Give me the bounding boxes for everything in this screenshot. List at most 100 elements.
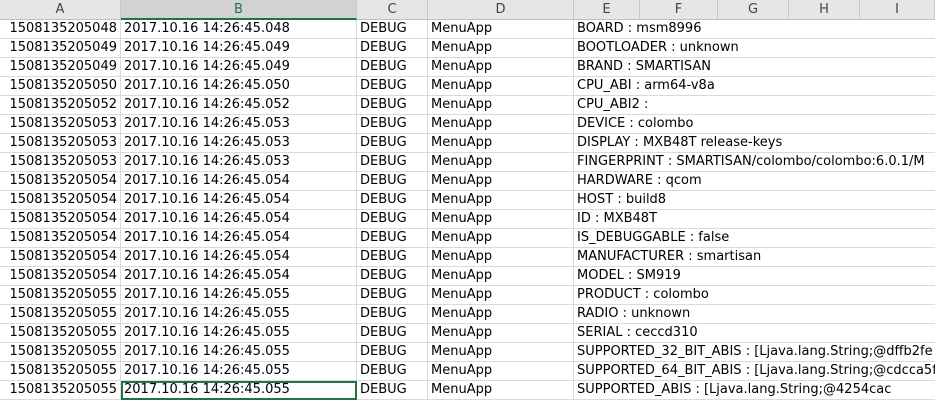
cell-c[interactable]: DEBUG [357,362,428,381]
cell-b[interactable]: 2017.10.16 14:26:45.054 [121,172,357,191]
cell-e[interactable]: BRAND : SMARTISAN [574,58,935,77]
cell-a[interactable]: 1508135205054 [0,191,121,210]
cell-e[interactable]: SERIAL : ceccd310 [574,324,935,343]
cell-c[interactable]: DEBUG [357,115,428,134]
cell-e[interactable]: SUPPORTED_32_BIT_ABIS : [Ljava.lang.Stri… [574,343,935,362]
cell-a[interactable]: 1508135205055 [0,362,121,381]
cell-c[interactable]: DEBUG [357,286,428,305]
cell-a[interactable]: 1508135205053 [0,115,121,134]
column-header-h[interactable]: H [789,0,860,20]
cell-c[interactable]: DEBUG [357,96,428,115]
cell-e[interactable]: BOOTLOADER : unknown [574,39,935,58]
cell-d[interactable]: MenuApp [428,229,574,248]
cell-a[interactable]: 1508135205055 [0,324,121,343]
cell-a[interactable]: 1508135205049 [0,39,121,58]
column-header-d[interactable]: D [428,0,574,20]
cell-e[interactable]: IS_DEBUGGABLE : false [574,229,935,248]
cell-d[interactable]: MenuApp [428,305,574,324]
cell-c[interactable]: DEBUG [357,267,428,286]
cell-d[interactable]: MenuApp [428,210,574,229]
cell-e[interactable]: SUPPORTED_ABIS : [Ljava.lang.String;@425… [574,381,935,400]
cell-d[interactable]: MenuApp [428,343,574,362]
column-header-a[interactable]: A [0,0,121,20]
cell-c[interactable]: DEBUG [357,324,428,343]
cell-d[interactable]: MenuApp [428,324,574,343]
cell-a[interactable]: 1508135205055 [0,305,121,324]
cell-a[interactable]: 1508135205055 [0,381,121,400]
cell-b[interactable]: 2017.10.16 14:26:45.054 [121,229,357,248]
cell-a[interactable]: 1508135205053 [0,134,121,153]
cell-a[interactable]: 1508135205049 [0,58,121,77]
cell-d[interactable]: MenuApp [428,153,574,172]
cell-e[interactable]: CPU_ABI : arm64-v8a [574,77,935,96]
cell-a[interactable]: 1508135205054 [0,229,121,248]
cell-d[interactable]: MenuApp [428,286,574,305]
cell-d[interactable]: MenuApp [428,39,574,58]
cell-d[interactable]: MenuApp [428,381,574,400]
cell-c[interactable]: DEBUG [357,343,428,362]
cell-c[interactable]: DEBUG [357,229,428,248]
cell-e[interactable]: BOARD : msm8996 [574,20,935,39]
cell-b[interactable]: 2017.10.16 14:26:45.054 [121,191,357,210]
cell-a[interactable]: 1508135205055 [0,286,121,305]
column-header-c[interactable]: C [357,0,428,20]
cell-d[interactable]: MenuApp [428,191,574,210]
cell-a[interactable]: 1508135205054 [0,248,121,267]
cell-c[interactable]: DEBUG [357,248,428,267]
cell-c[interactable]: DEBUG [357,58,428,77]
cell-a[interactable]: 1508135205050 [0,77,121,96]
cell-d[interactable]: MenuApp [428,172,574,191]
column-header-g[interactable]: G [718,0,789,20]
cell-c[interactable]: DEBUG [357,172,428,191]
cell-c[interactable]: DEBUG [357,191,428,210]
cell-b[interactable]: 2017.10.16 14:26:45.054 [121,267,357,286]
cell-d[interactable]: MenuApp [428,58,574,77]
cell-b[interactable]: 2017.10.16 14:26:45.052 [121,96,357,115]
cell-b[interactable]: 2017.10.16 14:26:45.048 [121,20,357,39]
cell-d[interactable]: MenuApp [428,96,574,115]
cell-c[interactable]: DEBUG [357,381,428,400]
cell-b[interactable]: 2017.10.16 14:26:45.053 [121,115,357,134]
cell-d[interactable]: MenuApp [428,77,574,96]
cell-a[interactable]: 1508135205054 [0,267,121,286]
cell-b[interactable]: 2017.10.16 14:26:45.055 [121,324,357,343]
cell-c[interactable]: DEBUG [357,39,428,58]
cell-d[interactable]: MenuApp [428,248,574,267]
cell-b[interactable]: 2017.10.16 14:26:45.055 [121,343,357,362]
cell-b[interactable]: 2017.10.16 14:26:45.054 [121,248,357,267]
cell-b[interactable]: 2017.10.16 14:26:45.054 [121,210,357,229]
cell-a[interactable]: 1508135205054 [0,210,121,229]
cell-a[interactable]: 1508135205054 [0,172,121,191]
cell-e[interactable]: FINGERPRINT : SMARTISAN/colombo/colombo:… [574,153,935,172]
cell-d[interactable]: MenuApp [428,362,574,381]
cell-a[interactable]: 1508135205052 [0,96,121,115]
cell-b[interactable]: 2017.10.16 14:26:45.053 [121,153,357,172]
cell-d[interactable]: MenuApp [428,20,574,39]
column-header-f[interactable]: F [640,0,718,20]
cell-d[interactable]: MenuApp [428,115,574,134]
cell-e[interactable]: CPU_ABI2 : [574,96,935,115]
cell-e[interactable]: DISPLAY : MXB48T release-keys [574,134,935,153]
cell-b[interactable]: 2017.10.16 14:26:45.055 [121,305,357,324]
cell-a[interactable]: 1508135205053 [0,153,121,172]
column-header-e[interactable]: E [574,0,640,20]
cell-b[interactable]: 2017.10.16 14:26:45.049 [121,39,357,58]
cell-e[interactable]: DEVICE : colombo [574,115,935,134]
cell-e[interactable]: MANUFACTURER : smartisan [574,248,935,267]
cell-e[interactable]: ID : MXB48T [574,210,935,229]
cell-b[interactable]: 2017.10.16 14:26:45.049 [121,58,357,77]
cell-c[interactable]: DEBUG [357,77,428,96]
cell-e[interactable]: PRODUCT : colombo [574,286,935,305]
cell-c[interactable]: DEBUG [357,20,428,39]
cell-c[interactable]: DEBUG [357,134,428,153]
cell-a[interactable]: 1508135205048 [0,20,121,39]
cell-d[interactable]: MenuApp [428,134,574,153]
cell-b[interactable]: 2017.10.16 14:26:45.055 [121,362,357,381]
cell-b[interactable]: 2017.10.16 14:26:45.050 [121,77,357,96]
cell-c[interactable]: DEBUG [357,153,428,172]
column-header-b[interactable]: B [121,0,357,20]
cell-a[interactable]: 1508135205055 [0,343,121,362]
cell-b[interactable]: 2017.10.16 14:26:45.055 [121,381,357,400]
cell-e[interactable]: RADIO : unknown [574,305,935,324]
cell-b[interactable]: 2017.10.16 14:26:45.055 [121,286,357,305]
